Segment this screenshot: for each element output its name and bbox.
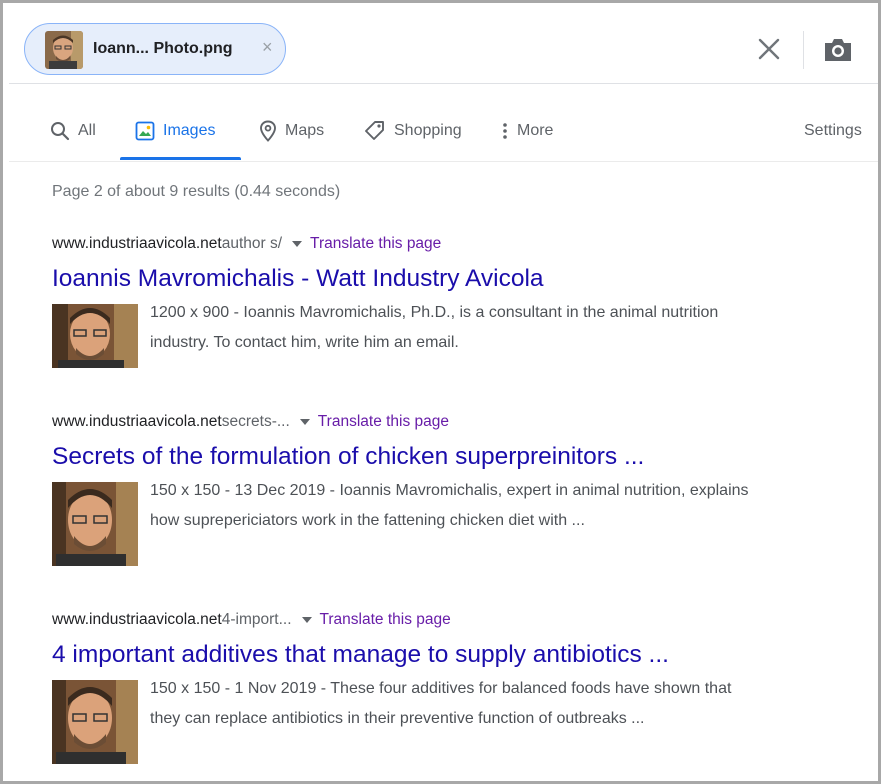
tab-shopping-label: Shopping xyxy=(394,122,462,139)
result-snippet: 1200 x 900 - Ioannis Mavromichalis, Ph.D… xyxy=(150,304,719,351)
clear-icon[interactable] xyxy=(755,35,783,63)
dropdown-arrow-icon[interactable] xyxy=(301,617,312,623)
translate-link[interactable]: Translate this page xyxy=(310,235,441,253)
more-vert-icon xyxy=(503,123,507,139)
tab-images-label: Images xyxy=(163,122,216,139)
result-snippet: 150 x 150 - 1 Nov 2019 - These four addi… xyxy=(150,680,732,727)
map-pin-icon xyxy=(260,120,276,142)
result-url[interactable]: www.industriaavicola.net secrets-... Tra… xyxy=(52,411,878,433)
result-url[interactable]: www.industriaavicola.net author s/ Trans… xyxy=(52,233,878,255)
tag-icon xyxy=(365,121,384,140)
result-breadcrumb: 4-import... xyxy=(221,611,292,628)
result-url[interactable]: www.industriaavicola.net 4-import... Tra… xyxy=(52,609,878,631)
translate-link[interactable]: Translate this page xyxy=(320,611,451,629)
tab-all[interactable]: All xyxy=(50,103,96,159)
result-site: www.industriaavicola.net xyxy=(52,611,222,628)
search-tabs: All Images Maps Shopping More Settings xyxy=(9,103,878,162)
result-site: www.industriaavicola.net xyxy=(52,413,222,430)
result-title[interactable]: 4 important additives that manage to sup… xyxy=(52,640,878,670)
camera-icon[interactable] xyxy=(822,36,854,64)
image-icon xyxy=(135,121,155,141)
search-bar: Ioann... Photo.png × xyxy=(9,17,878,84)
chip-close-icon[interactable]: × xyxy=(262,37,273,58)
result-site: www.industriaavicola.net xyxy=(52,235,222,252)
tab-more-label: More xyxy=(517,122,554,139)
browser-frame: Ioann... Photo.png × All Images Maps Sho… xyxy=(0,0,881,784)
result-thumbnail[interactable] xyxy=(52,680,138,764)
result-thumbnail[interactable] xyxy=(52,304,138,368)
result-snippet: 150 x 150 - 13 Dec 2019 - Ioannis Mavrom… xyxy=(150,482,749,529)
result-title[interactable]: Secrets of the formulation of chicken su… xyxy=(52,442,878,472)
tab-maps[interactable]: Maps xyxy=(259,103,324,159)
translate-link[interactable]: Translate this page xyxy=(318,413,449,431)
active-tab-indicator xyxy=(120,157,241,160)
result-breadcrumb: secrets-... xyxy=(221,413,290,430)
dropdown-arrow-icon[interactable] xyxy=(299,419,310,425)
search-bar-divider xyxy=(803,31,804,69)
search-result: www.industriaavicola.net secrets-... Tra… xyxy=(52,411,878,566)
tab-shopping[interactable]: Shopping xyxy=(364,103,462,159)
search-icon xyxy=(51,122,70,141)
tab-more[interactable]: More xyxy=(501,103,553,159)
search-result: www.industriaavicola.net 4-import... Tra… xyxy=(52,609,878,764)
chip-label: Ioann... Photo.png xyxy=(93,40,233,57)
chip-thumbnail xyxy=(45,31,83,69)
result-breadcrumb: author s/ xyxy=(221,235,283,252)
image-query-chip[interactable]: Ioann... Photo.png × xyxy=(24,23,286,75)
search-result: www.industriaavicola.net author s/ Trans… xyxy=(52,233,878,368)
tab-all-label: All xyxy=(78,122,96,139)
result-title[interactable]: Ioannis Mavromichalis - Watt Industry Av… xyxy=(52,264,878,294)
tab-images[interactable]: Images xyxy=(135,103,215,159)
settings-link[interactable]: Settings xyxy=(804,103,862,159)
tab-maps-label: Maps xyxy=(285,122,325,139)
result-thumbnail[interactable] xyxy=(52,482,138,566)
result-stats: Page 2 of about 9 results (0.44 seconds) xyxy=(52,183,341,200)
dropdown-arrow-icon[interactable] xyxy=(292,241,303,247)
